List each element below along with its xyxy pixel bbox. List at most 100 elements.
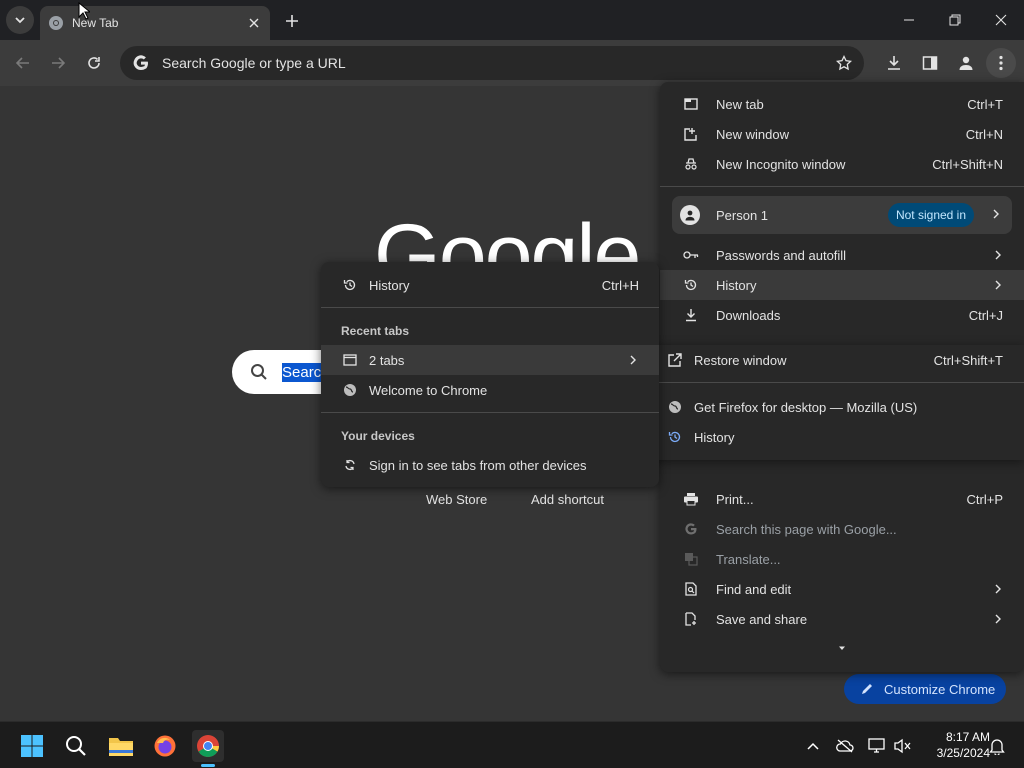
windows-logo-icon [21,735,43,757]
taskbar-file-explorer[interactable] [105,730,137,762]
chevron-right-icon [630,355,636,365]
minimize-icon [904,19,914,21]
shortcut-add[interactable]: Add shortcut [531,492,604,507]
chevron-right-icon [995,280,1001,290]
your-devices-heading: Your devices [341,429,415,443]
taskbar-chrome[interactable] [192,730,224,762]
person-icon [680,205,700,225]
menu-item-get-firefox[interactable]: Get Firefox for desktop — Mozilla (US) [644,392,1024,422]
search-icon [66,736,86,756]
tab-search-button[interactable] [6,6,34,34]
menu-item-history[interactable]: History [660,270,1024,300]
chrome-icon [197,735,219,757]
submenu-item-2-tabs[interactable]: 2 tabs [321,345,659,375]
taskbar-search-button[interactable] [60,730,92,762]
folder-icon [109,738,133,756]
new-tab-button[interactable] [280,10,304,32]
tray-volume[interactable] [891,734,915,758]
omnibox-placeholder: Search Google or type a URL [162,55,346,71]
forward-button[interactable] [43,48,73,78]
recent-tabs-heading: Recent tabs [341,324,410,338]
windows-taskbar: 8:17 AM 3/25/2024 [0,721,1024,768]
profile-button[interactable] [951,48,981,78]
new-tab-icon [682,95,700,113]
menu-separator [644,382,1024,383]
submenu-item-sign-in-devices[interactable]: Sign in to see tabs from other devices [321,450,659,480]
chevron-right-icon [995,584,1001,594]
menu-item-find-edit[interactable]: Find and edit [660,574,1024,604]
menu-item-save-share[interactable]: Save and share [660,604,1024,634]
menu-item-search-page[interactable]: Search this page with Google... [660,514,1024,544]
bookmark-star-icon[interactable] [836,55,852,71]
reload-button[interactable] [79,48,109,78]
history-icon [666,428,684,446]
submenu-item-welcome[interactable]: Welcome to Chrome [321,375,659,405]
sync-icon [341,456,359,474]
scroll-down-arrow-icon[interactable] [838,645,846,651]
customize-chrome-label: Customize Chrome [884,681,996,697]
menu-item-passwords[interactable]: Passwords and autofill [660,240,1024,270]
history-icon [682,276,700,294]
network-icon [868,738,885,753]
menu-item-new-window[interactable]: New window Ctrl+N [660,119,1024,149]
translate-icon [682,550,700,568]
submenu-item-history[interactable]: History Ctrl+H [321,270,659,300]
bell-icon [989,739,1005,755]
menu-separator [660,186,1024,187]
close-window-button[interactable] [978,0,1024,40]
find-icon [682,580,700,598]
notifications-button[interactable] [985,734,1009,758]
restore-icon [666,351,684,369]
google-g-icon [682,520,700,538]
chrome-menu-button[interactable] [986,48,1016,78]
start-button[interactable] [16,730,48,762]
chevron-right-icon [995,614,1001,624]
globe-icon [666,398,684,416]
kebab-menu-icon [999,55,1003,71]
menu-item-downloads[interactable]: Downloads Ctrl+J [660,300,1024,330]
active-app-indicator [201,764,215,767]
menu-item-translate[interactable]: Translate... [660,544,1024,574]
side-panel-icon [922,56,938,70]
customize-chrome-button[interactable]: Customize Chrome [844,674,1006,704]
person-icon [959,56,973,70]
menu-separator [321,412,659,413]
clock-date: 3/25/2024 [936,746,990,760]
globe-icon [341,381,359,399]
tray-network[interactable] [865,734,889,758]
arrow-right-icon [52,57,66,69]
restore-button[interactable] [932,0,978,40]
menu-item-print[interactable]: Print... Ctrl+P [660,484,1024,514]
taskbar-clock[interactable]: 8:17 AM 3/25/2024 [920,729,990,761]
tab-close-button[interactable] [246,15,262,31]
pencil-icon [862,684,872,694]
menu-item-new-tab[interactable]: New tab Ctrl+T [660,89,1024,119]
minimize-button[interactable] [886,0,932,40]
history-submenu: History Ctrl+H Recent tabs 2 tabs Welcom… [321,262,659,487]
tab-new-tab[interactable]: New Tab [40,6,270,40]
side-panel-button[interactable] [915,48,945,78]
omnibox[interactable]: Search Google or type a URL [120,46,864,80]
incognito-icon [682,155,700,173]
shortcut-web-store[interactable]: Web Store [426,492,487,507]
back-button[interactable] [8,48,38,78]
google-g-icon [133,55,148,71]
taskbar-firefox[interactable] [149,730,181,762]
reload-icon [88,57,100,69]
menu-item-profile[interactable]: Person 1 Not signed in [672,196,1012,234]
menu-item-history-link[interactable]: History [644,422,1024,452]
tab-title: New Tab [72,16,119,30]
new-window-icon [682,125,700,143]
menu-item-new-incognito[interactable]: New Incognito window Ctrl+Shift+N [660,149,1024,179]
clock-time: 8:17 AM [945,730,990,744]
history-icon [341,276,359,294]
tray-overflow-button[interactable] [801,734,825,758]
key-icon [682,246,700,264]
menu-item-restore-window[interactable]: Restore window Ctrl+Shift+T [644,345,1024,375]
tray-onedrive[interactable] [833,734,857,758]
toolbar: Search Google or type a URL [0,40,1024,86]
downloads-button[interactable] [879,48,909,78]
close-icon [249,18,259,28]
firefox-icon [154,735,176,757]
cloud-off-icon [836,739,854,753]
